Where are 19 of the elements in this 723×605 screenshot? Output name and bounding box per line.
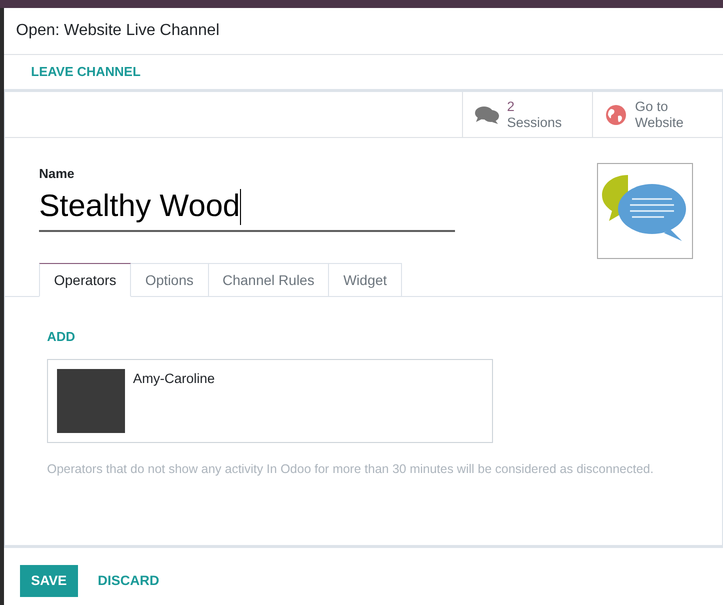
sessions-button[interactable]: 2 Sessions bbox=[462, 92, 592, 137]
operator-name: Amy-Caroline bbox=[133, 370, 215, 388]
globe-icon bbox=[605, 104, 627, 126]
help-text: Operators that do not show any activity In Odoo for more than 30 minutes will be considered as disconnected. bbox=[47, 460, 655, 478]
tab[interactable]: Operators bbox=[39, 263, 132, 297]
leave-channel-button[interactable]: LEAVE CHANNEL bbox=[31, 62, 141, 82]
operator-card[interactable]: Amy-Caroline bbox=[47, 358, 493, 442]
name-label: Name bbox=[39, 165, 76, 183]
photo-placeholder bbox=[57, 368, 125, 432]
save-button[interactable]: SAVE bbox=[20, 565, 78, 597]
website-button[interactable]: Go to Website bbox=[592, 92, 722, 137]
name-input[interactable]: Stealthy Wood bbox=[39, 184, 455, 232]
tab[interactable]: Channel Rules bbox=[208, 263, 330, 297]
dialog-title: Open: Website Live Channel bbox=[16, 21, 220, 41]
chat-icon bbox=[475, 104, 499, 124]
tab[interactable]: Options bbox=[131, 263, 208, 297]
add-link[interactable]: ADD bbox=[47, 327, 680, 346]
tab[interactable]: Widget bbox=[329, 263, 402, 297]
discard-button[interactable]: DISCARD bbox=[94, 565, 164, 597]
